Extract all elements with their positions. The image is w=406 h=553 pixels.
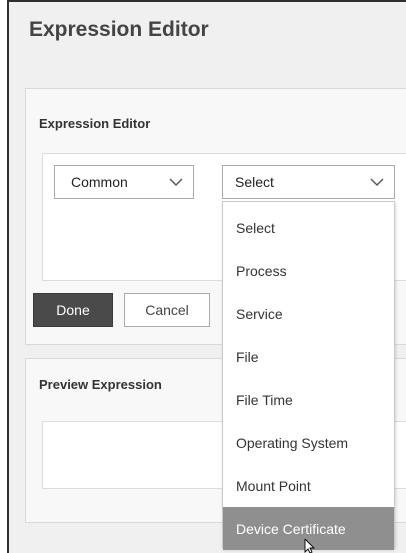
dropdown-item-service[interactable]: Service xyxy=(223,292,394,335)
expression-type-value: Select xyxy=(235,174,274,190)
done-button[interactable]: Done xyxy=(33,293,113,327)
chevron-down-icon xyxy=(370,178,384,186)
dropdown-item-file[interactable]: File xyxy=(223,335,394,378)
expression-type-dropdown: Select Process Service File File Time Op… xyxy=(222,201,395,550)
chevron-down-icon xyxy=(169,178,183,186)
dropdown-item-operating-system[interactable]: Operating System xyxy=(223,421,394,464)
window-top-border xyxy=(9,0,406,8)
dropdown-item-mount-point[interactable]: Mount Point xyxy=(223,464,394,507)
preview-panel-label: Preview Expression xyxy=(39,377,162,392)
common-select-value: Common xyxy=(71,174,128,190)
common-select[interactable]: Common xyxy=(54,165,194,199)
editor-panel-label: Expression Editor xyxy=(39,116,151,131)
dropdown-item-process[interactable]: Process xyxy=(223,249,394,292)
cancel-button[interactable]: Cancel xyxy=(124,293,210,327)
expression-type-select[interactable]: Select xyxy=(222,165,395,199)
page-title: Expression Editor xyxy=(29,18,209,41)
pointer-cursor-icon xyxy=(304,539,316,553)
dropdown-item-file-time[interactable]: File Time xyxy=(223,378,394,421)
dropdown-item-select[interactable]: Select xyxy=(223,206,394,249)
